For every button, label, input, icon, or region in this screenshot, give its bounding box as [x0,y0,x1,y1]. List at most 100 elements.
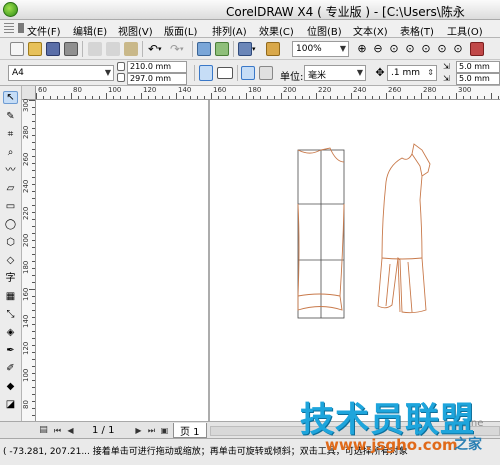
ruler-h-tick [57,96,58,99]
page-count: 1 / 1 [92,425,115,436]
nudge-distance-value: .1 mm [391,68,420,78]
welcome-screen-icon[interactable] [266,42,280,56]
menu-arrange[interactable]: 排列(A) [212,23,247,38]
units-select[interactable]: 毫米 ▼ [304,65,366,81]
add-page-icon[interactable]: ▣ [159,425,170,436]
ruler-h-tick [134,96,135,99]
menu-table[interactable]: 表格(T) [400,23,434,38]
ruler-v-tick [32,128,35,129]
toolbox: ↖ ✎ ⌗ ⌕ 〰 ▱ ▭ ◯ ⬡ ◇ 字 ▦ ⤡ ◈ ✒ ✐ ◆ ◪ [0,86,22,421]
copy-icon[interactable] [106,42,120,56]
zoom-tool-icon[interactable]: ⌕ [3,146,18,159]
last-page-icon[interactable]: ⏭ [146,425,157,436]
drawing-canvas[interactable] [36,100,500,421]
ruler-v-tick [32,254,35,255]
ruler-h-tick [470,96,471,99]
eyedropper-tool-icon[interactable]: ✒ [3,344,18,357]
export-icon[interactable] [215,42,229,56]
text-tool-icon[interactable]: 字 [3,272,18,285]
ruler-h-label: 100 [108,86,122,94]
ruler-v-tick [32,324,35,325]
menu-tools[interactable]: 工具(O) [447,23,483,38]
paper-size-select[interactable]: A4 ▼ [8,65,114,81]
zoom-page-icon[interactable]: ⊙ [419,42,433,56]
basic-shapes-tool-icon[interactable]: ◇ [3,254,18,267]
current-page-icon[interactable] [259,66,273,80]
all-pages-icon[interactable] [241,66,255,80]
shape-tool-icon[interactable]: ✎ [3,110,18,123]
ruler-v-tick [32,303,35,304]
landscape-orientation-icon[interactable] [217,67,233,79]
table-tool-icon[interactable]: ▦ [3,290,18,303]
connector-tool-icon[interactable]: ⤡ [3,308,18,321]
portrait-orientation-icon[interactable] [199,65,213,81]
menu-edit[interactable]: 编辑(E) [73,23,107,38]
ruler-h-tick [365,96,366,99]
zoom-page-height-icon[interactable]: ⊙ [451,42,465,56]
application-launcher-icon[interactable] [238,42,252,56]
zoom-page-width-icon[interactable]: ⊙ [435,42,449,56]
menu-text[interactable]: 文本(X) [353,23,388,38]
zoom-in-icon[interactable]: ⊕ [355,42,369,56]
nudge-distance-input[interactable]: .1 mm ⇕ [387,65,437,81]
menu-bitmaps[interactable]: 位图(B) [307,23,342,38]
ruler-h-tick [435,96,436,99]
interactive-fill-tool-icon[interactable]: ◪ [3,398,18,411]
duplicate-y-icon: ⇲ [443,74,450,83]
menu-layout[interactable]: 版面(L) [164,23,197,38]
ruler-v-tick [32,296,35,297]
save-icon[interactable] [46,42,60,56]
duplicate-y-input[interactable]: 5.0 mm [456,73,500,85]
horizontal-ruler[interactable]: 60 80 100 120 140 160 180 200 220 240 260 280 300 [36,86,500,100]
page-tab-1[interactable]: 页 1 [173,423,207,438]
zoom-out-icon[interactable]: ⊖ [371,42,385,56]
rectangle-tool-icon[interactable]: ▭ [3,200,18,213]
pick-tool-icon[interactable]: ↖ [3,91,18,104]
open-folder-icon[interactable] [28,42,42,56]
menu-view[interactable]: 视图(V) [118,23,153,38]
ruler-v-tick [32,184,35,185]
next-page-icon[interactable]: ▶ [133,425,144,436]
crop-tool-icon[interactable]: ⌗ [3,128,18,141]
ruler-h-tick [295,96,296,99]
ruler-h-tick [190,96,191,99]
freehand-tool-icon[interactable]: 〰 [3,164,18,177]
chevron-down-icon: ▼ [356,68,363,77]
outline-tool-icon[interactable]: ✐ [3,362,18,375]
paste-icon[interactable] [124,42,138,56]
ruler-v-tick [32,268,35,269]
menu-file[interactable]: 文件(F) [27,23,61,38]
snap-to-icon[interactable] [470,42,484,56]
document-info-icon[interactable]: ▤ [38,425,49,436]
fill-tool-icon[interactable]: ◆ [3,380,18,393]
page-width-input[interactable]: 210.0 mm [127,61,187,73]
zoom-level-select[interactable]: 100% ▼ [292,41,349,57]
import-icon[interactable] [197,42,211,56]
launcher-dropdown-icon[interactable]: ▾ [252,42,266,56]
watermark-url: www.jsgho.com [325,436,458,454]
toolbar-separator [233,41,234,57]
vertical-ruler[interactable]: 300 280 260 240 220 200 180 160 140 120 100 80 [22,99,36,421]
zoom-all-objects-icon[interactable]: ⊙ [403,42,417,56]
ruler-h-tick [442,96,443,99]
interactive-blend-tool-icon[interactable]: ◈ [3,326,18,339]
new-document-icon[interactable] [10,42,24,56]
document-icon[interactable] [18,23,24,33]
polygon-tool-icon[interactable]: ⬡ [3,236,18,249]
coreldraw-logo-icon [3,2,18,17]
print-icon[interactable] [64,42,78,56]
ellipse-tool-icon[interactable]: ◯ [3,218,18,231]
previous-page-icon[interactable]: ◀ [65,425,76,436]
ruler-v-tick [32,149,35,150]
ruler-h-tick [239,96,240,99]
first-page-icon[interactable]: ⏮ [52,425,63,436]
page-height-input[interactable]: 297.0 mm [127,73,187,85]
zoom-selected-icon[interactable]: ⊙ [387,42,401,56]
smart-fill-tool-icon[interactable]: ▱ [3,182,18,195]
duplicate-x-input[interactable]: 5.0 mm [456,61,500,73]
ruler-h-tick [344,96,345,99]
menu-effects[interactable]: 效果(C) [259,23,294,38]
page-height-icon [117,73,125,82]
cut-icon[interactable] [88,42,102,56]
ruler-h-tick [379,96,380,99]
